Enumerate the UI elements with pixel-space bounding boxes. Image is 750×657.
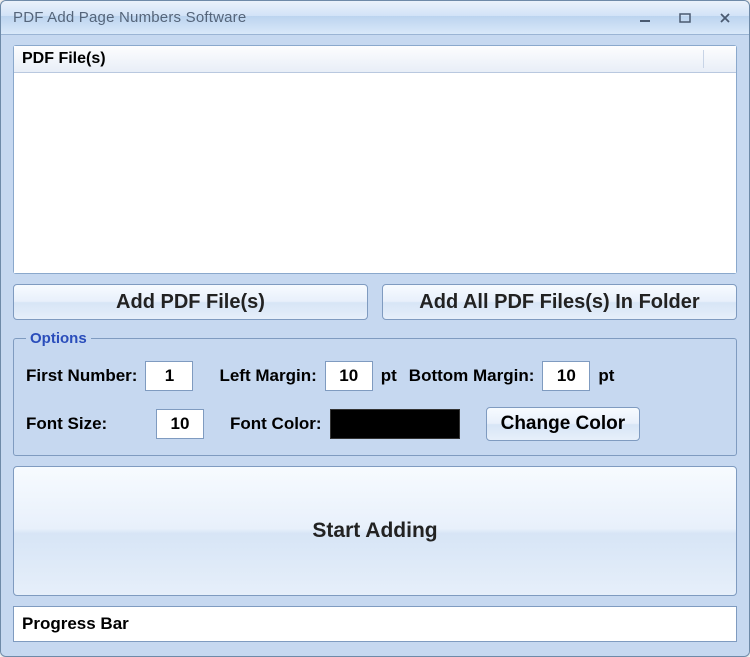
options-row-1: First Number: 1 Left Margin: 10 pt Botto…: [26, 361, 724, 391]
first-number-input[interactable]: 1: [145, 361, 193, 391]
left-margin-unit: pt: [381, 366, 397, 386]
titlebar: PDF Add Page Numbers Software: [1, 1, 749, 35]
window-controls: [627, 8, 743, 28]
left-margin-input[interactable]: 10: [325, 361, 373, 391]
font-size-input[interactable]: 10: [156, 409, 204, 439]
file-list-header[interactable]: PDF File(s): [14, 46, 736, 73]
add-pdf-files-button[interactable]: Add PDF File(s): [13, 284, 368, 320]
options-group: Options First Number: 1 Left Margin: 10 …: [13, 330, 737, 456]
minimize-button[interactable]: [627, 8, 663, 28]
start-adding-button[interactable]: Start Adding: [13, 466, 737, 596]
progress-bar: Progress Bar: [13, 606, 737, 642]
progress-label: Progress Bar: [22, 614, 129, 634]
first-number-label: First Number:: [26, 366, 137, 386]
close-button[interactable]: [707, 8, 743, 28]
bottom-margin-input[interactable]: 10: [542, 361, 590, 391]
left-margin-label: Left Margin:: [219, 366, 316, 386]
font-size-label: Font Size:: [26, 414, 148, 434]
font-color-label: Font Color:: [230, 414, 322, 434]
font-color-swatch: [330, 409, 460, 439]
app-window: PDF Add Page Numbers Software PDF File(s…: [0, 0, 750, 657]
add-pdf-folder-button[interactable]: Add All PDF Files(s) In Folder: [382, 284, 737, 320]
options-legend: Options: [26, 330, 91, 347]
file-list[interactable]: [14, 73, 736, 273]
client-area: PDF File(s) Add PDF File(s) Add All PDF …: [1, 35, 749, 656]
maximize-button[interactable]: [667, 8, 703, 28]
bottom-margin-label: Bottom Margin:: [409, 366, 535, 386]
window-title: PDF Add Page Numbers Software: [13, 9, 627, 26]
file-list-panel: PDF File(s): [13, 45, 737, 274]
add-buttons-row: Add PDF File(s) Add All PDF Files(s) In …: [13, 284, 737, 320]
change-color-button[interactable]: Change Color: [486, 407, 641, 441]
options-row-2: Font Size: 10 Font Color: Change Color: [26, 407, 724, 441]
bottom-margin-unit: pt: [598, 366, 614, 386]
